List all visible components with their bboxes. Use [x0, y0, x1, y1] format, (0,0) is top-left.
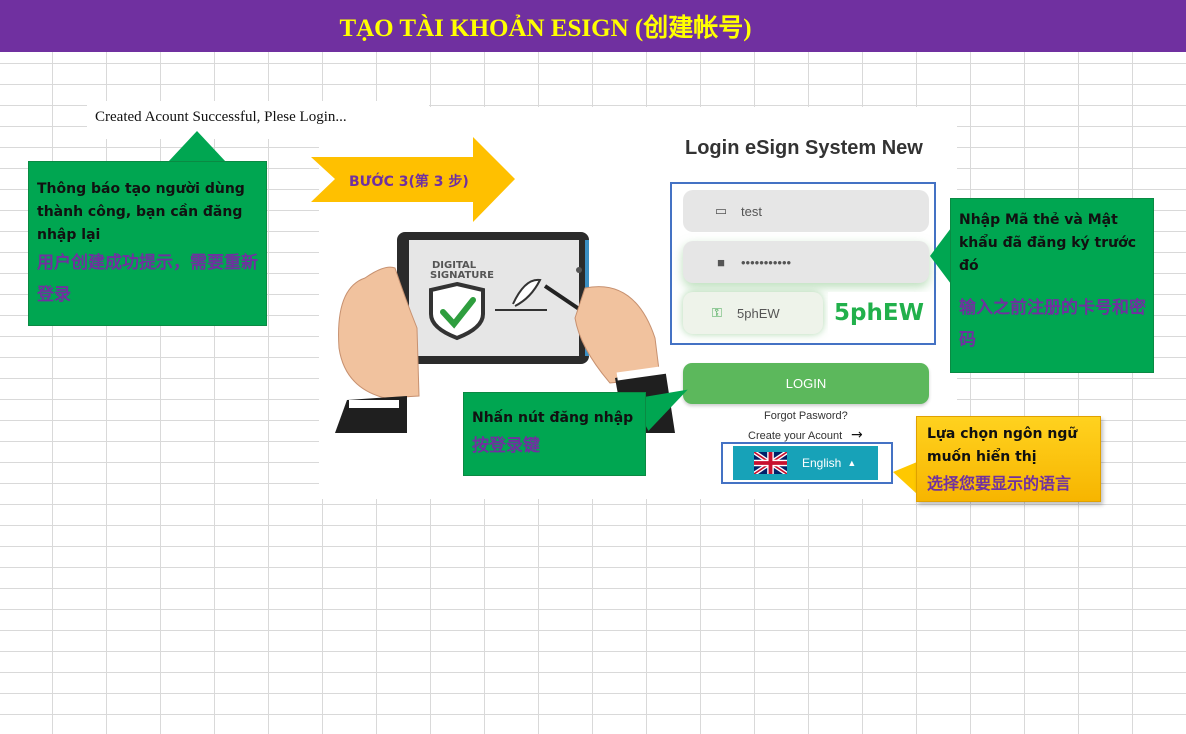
callout-credentials-vi: Nhập Mã thẻ và Mật khẩu đã đăng ký trước… — [959, 212, 1137, 274]
id-card-icon: ▭ — [714, 203, 728, 218]
page-title: TẠO TÀI KHOẢN ESIGN (创建帐号) — [339, 15, 752, 42]
captcha-input-value: 5phEW — [737, 305, 780, 321]
callout-success-vi: Thông báo tạo người dùng thành công, bạn… — [37, 181, 245, 243]
username-value: test — [741, 203, 762, 219]
forgot-password-link[interactable]: Forgot Pasword? — [764, 410, 848, 422]
captcha-image: 5phEW — [828, 292, 930, 334]
language-label: English — [802, 456, 842, 470]
title-banner: TẠO TÀI KHOẢN ESIGN (创建帐号) — [0, 0, 1186, 52]
lock-icon: ■ — [717, 254, 725, 270]
callout-success-zh: 用户创建成功提示，需要重新登录 — [37, 253, 258, 305]
callout-login-zh: 按登录键 — [472, 436, 540, 456]
language-selector[interactable]: English ▲ — [733, 446, 878, 480]
uk-flag-icon — [754, 452, 787, 474]
username-field[interactable]: ▭ test — [683, 190, 929, 232]
callout-pointer — [168, 131, 226, 162]
callout-success: Thông báo tạo người dùng thành công, bạn… — [28, 161, 267, 326]
callout-language: Lựa chọn ngôn ngữ muốn hiển thị 选择您要显示的语… — [916, 416, 1101, 502]
password-field[interactable]: ■ ••••••••••• — [683, 241, 929, 283]
callout-credentials-zh: 输入之前注册的卡号和密码 — [959, 298, 1146, 350]
step-label: BƯỚC 3(第 3 步) — [349, 174, 469, 190]
callout-credentials: Nhập Mã thẻ và Mật khẩu đã đăng ký trước… — [950, 198, 1154, 373]
callout-language-zh: 选择您要显示的语言 — [927, 474, 1072, 493]
login-title: Login eSign System New — [685, 137, 923, 159]
caret-up-icon: ▲ — [847, 458, 857, 468]
login-button[interactable]: LOGIN — [683, 363, 929, 404]
success-message: Created Acount Successful, Plese Login..… — [87, 101, 429, 139]
tablet-text-2: SIGNATURE — [430, 270, 494, 281]
callout-login-vi: Nhấn nút đăng nhập — [472, 410, 634, 426]
callout-pointer — [930, 228, 951, 284]
callout-language-vi: Lựa chọn ngôn ngữ muốn hiển thị — [927, 426, 1078, 465]
captcha-input[interactable]: ⚿ 5phEW — [683, 292, 823, 334]
arrow-right-icon: → — [851, 427, 863, 443]
callout-pointer — [893, 462, 917, 494]
create-account-link[interactable]: Create your Acount — [748, 430, 842, 442]
password-value: ••••••••••• — [741, 254, 792, 270]
key-icon: ⚿ — [712, 305, 722, 320]
callout-login-button: Nhấn nút đăng nhập 按登录键 — [463, 392, 646, 476]
